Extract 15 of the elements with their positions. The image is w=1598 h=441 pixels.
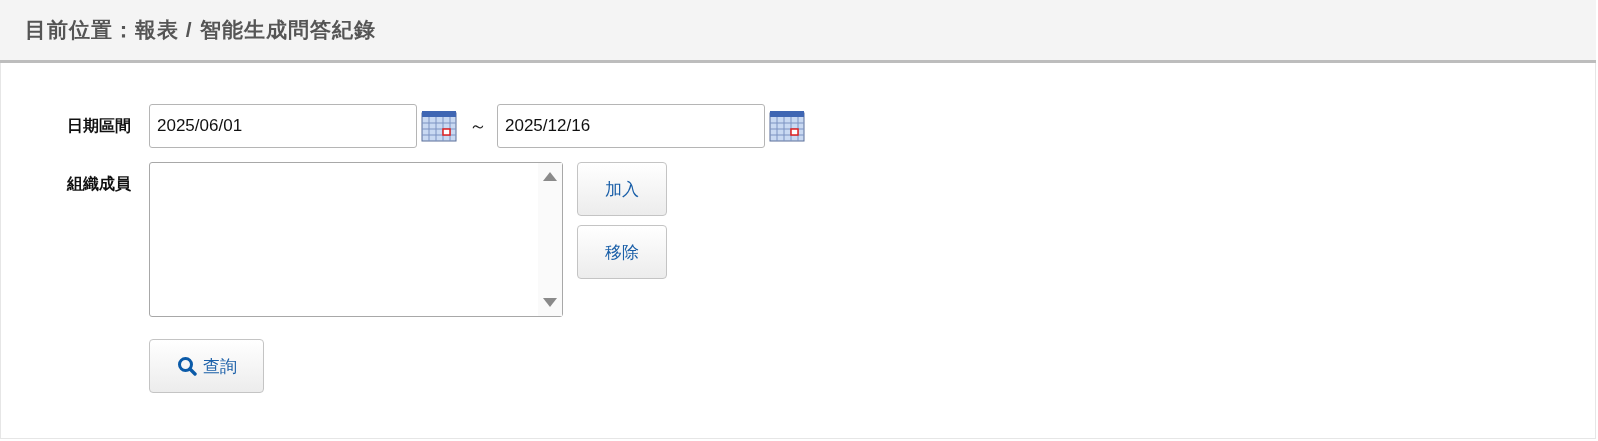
action-button[interactable]: 移除 <box>577 225 667 279</box>
scroll-up-icon[interactable] <box>543 171 557 181</box>
date-field[interactable]: 2025/12/16 <box>497 104 765 148</box>
page-title: 目前位置：報表 / 智能生成問答紀錄 <box>25 17 376 43</box>
range-separator: ～ <box>469 115 487 138</box>
action-button[interactable]: 加入 <box>577 162 667 216</box>
calendar-icon[interactable] <box>769 110 805 142</box>
field-label: 日期區間 <box>66 115 132 136</box>
date-field[interactable]: 2025/06/01 <box>149 104 417 148</box>
scrollbar[interactable] <box>538 163 562 316</box>
calendar-icon[interactable] <box>421 110 457 142</box>
search-icon <box>176 356 197 376</box>
field-label: 組織成員 <box>65 174 132 194</box>
search-button[interactable]: 查詢 <box>149 339 264 393</box>
scroll-down-icon[interactable] <box>543 298 557 308</box>
